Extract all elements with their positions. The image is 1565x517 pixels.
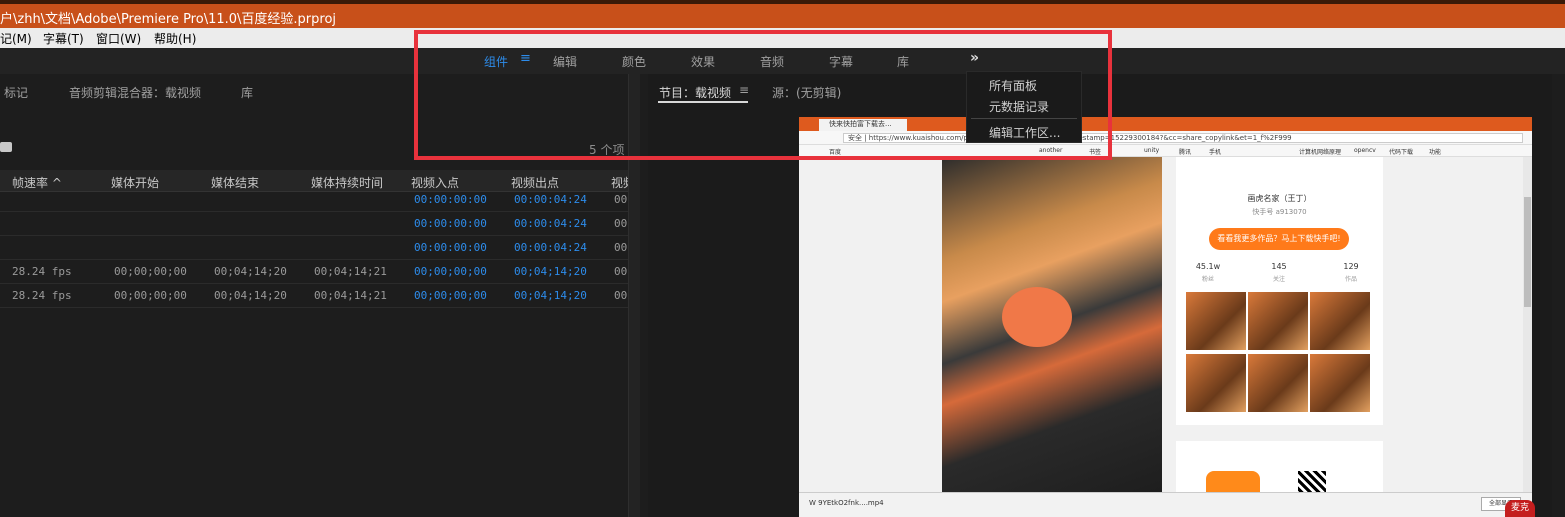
browser-tab-bar: 快来快拍富下载去... — [799, 117, 1532, 131]
workspace-tab-libraries[interactable]: 库 — [897, 53, 909, 70]
browser-download-bar: W 9YEtkO2fnk....mp4 全部显示 — [799, 492, 1532, 517]
tab-audio-clip-mixer[interactable]: 音频剪辑混合器：载视频 — [69, 84, 201, 101]
workspace-overflow-menu: 所有面板 元数据记录 编辑工作区... — [966, 71, 1082, 143]
cell-fps: 28.24 fps — [12, 289, 72, 302]
profile-card: 画虎名家（王丁） 快手号 a913070 看看我更多作品？马上下载快手吧! 45… — [1176, 157, 1383, 425]
download-cta-button: 看看我更多作品？马上下载快手吧! — [1209, 228, 1349, 250]
browser-url: 安全 | https://www.kuaishou.com/photo/...p… — [843, 133, 1523, 143]
stat-followers-label: 粉丝 — [1201, 276, 1214, 283]
download-item: W 9YEtkO2fnk....mp4 — [809, 499, 884, 507]
profile-name: 画虎名家（王丁） — [1247, 194, 1312, 203]
cell-fps: 28.24 fps — [12, 265, 72, 278]
menu-help[interactable]: 帮助(H) — [154, 30, 196, 47]
menu-bar: 记(M) 字幕(T) 窗口(W) 帮助(H) — [0, 28, 1565, 48]
window-title: 户\zhh\文档\Adobe\Premiere Pro\11.0\百度经验.pr… — [0, 12, 337, 27]
bookmark: 书签 — [1089, 149, 1102, 156]
stat-works-value: 129 — [1343, 262, 1359, 271]
menu-separator — [971, 118, 1077, 119]
menu-item-all-panels[interactable]: 所有面板 — [989, 77, 1037, 94]
browser-bookmarks-bar: 百度 another 书签 unity 腾讯 手机 计算机网络原理 opencv… — [799, 145, 1532, 157]
workspace-tab-color[interactable]: 颜色 — [622, 53, 646, 70]
browser-address-bar: 安全 | https://www.kuaishou.com/photo/...p… — [799, 131, 1532, 145]
video-thumbnail — [1310, 354, 1370, 412]
cell-video-in: 00:00:00:00 — [414, 193, 487, 206]
workspace-bar: 组件 ≡ 编辑 颜色 效果 音频 字幕 库 » — [0, 48, 1565, 74]
menu-title[interactable]: 字幕(T) — [43, 30, 84, 47]
cell-video-out: 00:00:04:24 — [514, 193, 587, 206]
cell-media-duration: 00;04;14;21 — [314, 265, 387, 278]
bookmark: 手机 — [1209, 149, 1222, 156]
cell-video-in: 00:00:00:00 — [414, 241, 487, 254]
video-thumbnail — [1310, 292, 1370, 350]
browser-scrollbar — [1523, 157, 1532, 492]
bookmark: unity — [1144, 147, 1160, 154]
cell-video-out: 00;04;14;20 — [514, 265, 587, 278]
cell-video-out: 00:00:04:24 — [514, 241, 587, 254]
project-panel: 标记 音频剪辑混合器：载视频 库 5 个项 帧速率 ^ 媒体开始 媒体结束 媒体… — [0, 74, 640, 517]
video-thumbnail — [1186, 354, 1246, 412]
program-panel-menu-icon[interactable]: ≡ — [739, 83, 749, 97]
cell-media-end: 00;04;14;20 — [214, 289, 287, 302]
tab-libraries[interactable]: 库 — [241, 84, 253, 101]
workspace-tab-titles[interactable]: 字幕 — [829, 53, 853, 70]
video-thumbnail — [1186, 292, 1246, 350]
tab-source-monitor[interactable]: 源：(无剪辑) — [772, 84, 841, 101]
bookmark: another — [1039, 147, 1063, 154]
stat-works-label: 作品 — [1344, 276, 1357, 283]
browser-tab: 快来快拍富下载去... — [819, 119, 907, 131]
panel-scrollbar[interactable] — [628, 74, 640, 517]
menu-item-metadata-logging[interactable]: 元数据记录 — [989, 98, 1049, 115]
tiger-nose — [1002, 287, 1072, 347]
workspace-tab-assembly[interactable]: 组件 — [484, 53, 508, 70]
table-row[interactable]: 00:00:00:00 00:00:04:24 00: — [0, 212, 634, 236]
cell-video-in: 00:00:00:00 — [414, 217, 487, 230]
bookmark: 腾讯 — [1179, 149, 1192, 156]
profile-id: 快手号 a913070 — [1252, 208, 1307, 216]
program-monitor-video-frame: 快来快拍富下载去... 安全 | https://www.kuaishou.co… — [799, 117, 1532, 517]
stat-following-label: 关注 — [1272, 276, 1285, 283]
active-tab-underline — [658, 101, 748, 103]
workspace-tab-audio[interactable]: 音频 — [760, 53, 784, 70]
workspace-tab-editing[interactable]: 编辑 — [553, 53, 577, 70]
bookmark: 计算机网络原理 — [1299, 149, 1342, 156]
title-bar: 户\zhh\文档\Adobe\Premiere Pro\11.0\百度经验.pr… — [0, 0, 1565, 28]
video-thumbnail — [1248, 292, 1308, 350]
cell-video-in: 00;00;00;00 — [414, 289, 487, 302]
tab-program-monitor[interactable]: 节目：载视频 — [659, 84, 731, 101]
cell-video-out: 00:00:04:24 — [514, 217, 587, 230]
search-icon[interactable] — [0, 142, 12, 152]
cell-media-duration: 00;04;14;21 — [314, 289, 387, 302]
bookmark: 百度 — [829, 149, 842, 156]
table-row[interactable]: 00:00:00:00 00:00:04:24 00: — [0, 236, 634, 260]
bookmark: 代码下载 — [1389, 149, 1414, 156]
watermark-badge: 麦克 — [1505, 500, 1535, 517]
menu-marker[interactable]: 记(M) — [0, 30, 32, 47]
bookmark: 功能 — [1429, 149, 1442, 156]
cell-media-start: 00;00;00;00 — [114, 265, 187, 278]
item-count: 5 个项 — [589, 143, 625, 157]
cell-media-end: 00;04;14;20 — [214, 265, 287, 278]
video-thumbnail — [1248, 354, 1308, 412]
table-row[interactable]: 28.24 fps 00;00;00;00 00;04;14;20 00;04;… — [0, 260, 634, 284]
monitor-scrollbar[interactable] — [1552, 74, 1565, 517]
cell-video-in: 00;00;00;00 — [414, 265, 487, 278]
tab-markers[interactable]: 标记 — [4, 84, 28, 101]
workspace-tab-effects[interactable]: 效果 — [691, 53, 715, 70]
hamburger-menu-icon[interactable]: ≡ — [520, 51, 531, 66]
table-row[interactable]: 00:00:00:00 00:00:04:24 00: — [0, 188, 634, 212]
cell-media-start: 00;00;00;00 — [114, 289, 187, 302]
stat-following-value: 145 — [1271, 262, 1287, 271]
menu-item-edit-workspaces[interactable]: 编辑工作区... — [989, 124, 1060, 141]
workspace-overflow-button[interactable]: » — [970, 50, 979, 66]
cell-video-out: 00;04;14;20 — [514, 289, 587, 302]
stat-followers-value: 45.1w — [1195, 262, 1221, 271]
tiger-painting-image — [942, 157, 1162, 492]
table-row[interactable]: 28.24 fps 00;00;00;00 00;04;14;20 00;04;… — [0, 284, 634, 308]
menu-window[interactable]: 窗口(W) — [96, 30, 141, 47]
bookmark: opencv — [1354, 147, 1376, 154]
